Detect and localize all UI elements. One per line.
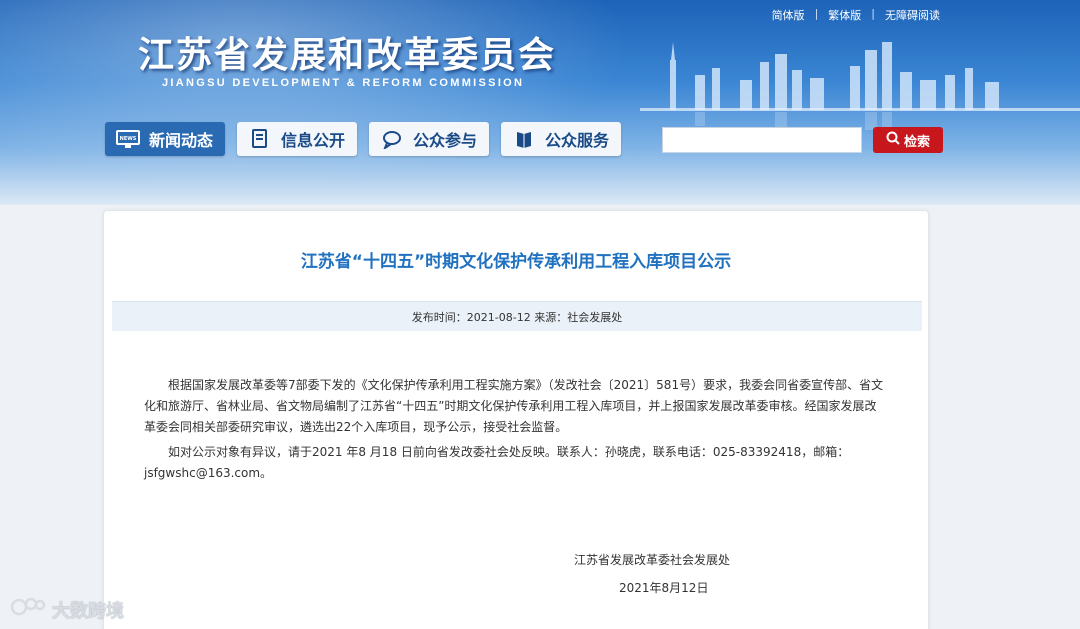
simplified-link[interactable]: 简体版 <box>772 7 805 23</box>
chat-icon <box>379 128 405 150</box>
nav-item-participation[interactable]: 公众参与 <box>369 122 490 156</box>
traditional-link[interactable]: 繁体版 <box>828 7 861 23</box>
nav-label: 信息公开 <box>281 131 346 150</box>
search-button[interactable]: 检索 <box>873 127 943 153</box>
nav-label: 公众参与 <box>413 131 478 150</box>
svg-text:NEWS: NEWS <box>120 136 137 142</box>
book-icon <box>511 128 537 150</box>
watermark-text: 大数跨境 <box>52 600 124 622</box>
article-paragraph: 如对公示对象有异议，请于2021 年8 月18 日前向省发改委社会处反映。联系人… <box>144 445 850 480</box>
watermark-logo-icon <box>10 596 46 623</box>
nav-item-service[interactable]: 公众服务 <box>501 122 622 156</box>
main-nav: NEWS 新闻动态 信息公开 公众参与 公众服务 <box>105 122 622 156</box>
article-paragraph: 根据国家发展改革委等7部委下发的《文化保护传承利用工程实施方案》（发改社会〔20… <box>144 378 884 434</box>
signature-date: 2021年8月12日 <box>619 581 709 595</box>
article-panel: 江苏省“十四五”时期文化保护传承利用工程入库项目公示 发布时间：2021-08-… <box>103 210 929 629</box>
nav-item-news[interactable]: NEWS 新闻动态 <box>105 122 226 156</box>
article-title: 江苏省“十四五”时期文化保护传承利用工程入库项目公示 <box>300 252 732 272</box>
link-separator: | <box>871 7 875 20</box>
watermark: 大数跨境 <box>10 596 124 623</box>
site-header: 江苏省发展和改革委员会 JIANGSU DEVELOPMENT & REFORM… <box>0 0 1080 205</box>
search-input[interactable] <box>662 127 862 153</box>
top-links: 简体版 | 繁体版 | 无障碍阅读 <box>772 7 940 23</box>
search-icon <box>886 131 900 149</box>
accessibility-link[interactable]: 无障碍阅读 <box>885 7 940 23</box>
search-button-label: 检索 <box>903 134 930 150</box>
city-skyline-image <box>640 42 1080 130</box>
nav-label: 新闻动态 <box>149 131 214 150</box>
site-title: 江苏省发展和改革委员会 <box>138 34 557 76</box>
document-icon <box>247 128 273 150</box>
site-title-en: JIANGSU DEVELOPMENT & REFORM COMMISSION <box>162 77 525 89</box>
news-icon: NEWS <box>115 128 141 150</box>
nav-item-info[interactable]: 信息公开 <box>237 122 358 156</box>
article-meta: 发布时间：2021-08-12 来源：社会发展处 <box>112 301 922 331</box>
signature-org: 江苏省发展改革委社会发展处 <box>574 553 731 567</box>
article-body: 根据国家发展改革委等7部委下发的《文化保护传承利用工程实施方案》（发改社会〔20… <box>144 375 884 488</box>
nav-label: 公众服务 <box>545 131 610 150</box>
link-separator: | <box>814 7 819 20</box>
